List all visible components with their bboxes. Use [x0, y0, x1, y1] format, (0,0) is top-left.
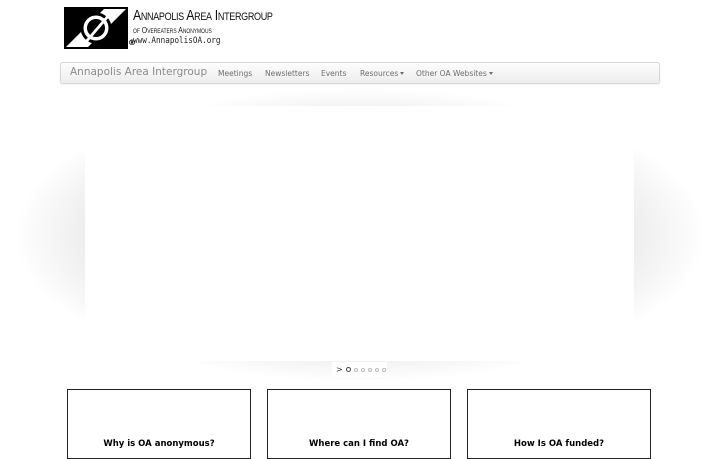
- info-card-anonymous[interactable]: Why is OA anonymous?: [67, 389, 251, 459]
- nav-events[interactable]: Events: [321, 69, 346, 78]
- oa-logo-icon: [64, 7, 128, 49]
- carousel-dot[interactable]: [367, 367, 372, 372]
- logo-text: Annapolis Area Intergroup of Overeaters …: [133, 7, 273, 47]
- info-card-title: Why is OA anonymous?: [103, 439, 215, 449]
- carousel-slide[interactable]: [85, 106, 634, 361]
- nav-meetings-label: Meetings: [218, 69, 253, 78]
- info-card-find-oa[interactable]: Where can I find OA?: [267, 389, 451, 459]
- info-card-funding[interactable]: How Is OA funded?: [467, 389, 651, 459]
- info-card-title: Where can I find OA?: [309, 439, 409, 449]
- nav-other-oa-websites-dropdown[interactable]: Other OA Websites: [416, 69, 493, 78]
- logo-url: www.AnnapolisOA.org: [133, 36, 221, 46]
- logo-subtitle: of Overeaters Anonymous: [133, 25, 212, 35]
- carousel-dot[interactable]: [360, 367, 365, 372]
- nav-newsletters[interactable]: Newsletters: [265, 69, 309, 78]
- carousel-next-arrow[interactable]: >: [336, 365, 343, 374]
- carousel-dot[interactable]: [353, 367, 358, 372]
- nav-events-label: Events: [321, 69, 347, 78]
- site-logo[interactable]: ® Annapolis Area Intergroup of Overeater…: [64, 7, 273, 49]
- nav-resources-dropdown[interactable]: Resources: [360, 69, 405, 78]
- info-card-title: How Is OA funded?: [513, 439, 605, 449]
- carousel-pager: >: [332, 362, 387, 377]
- nav-resources-label: Resources: [360, 69, 399, 78]
- logo-title: Annapolis Area Intergroup: [133, 7, 273, 24]
- nav-newsletters-label: Newsletters: [265, 69, 310, 78]
- nav-other-oa-websites-label: Other OA Websites: [416, 69, 487, 78]
- carousel-dot[interactable]: [345, 367, 351, 372]
- navbar: Annapolis Area Intergroup Meetings Newsl…: [60, 62, 660, 84]
- carousel-dot[interactable]: [381, 367, 386, 372]
- caret-down-icon: [488, 72, 493, 75]
- caret-down-icon: [400, 72, 405, 75]
- nav-meetings[interactable]: Meetings: [218, 69, 252, 78]
- carousel-dot[interactable]: [374, 367, 379, 372]
- navbar-brand[interactable]: Annapolis Area Intergroup: [70, 66, 207, 78]
